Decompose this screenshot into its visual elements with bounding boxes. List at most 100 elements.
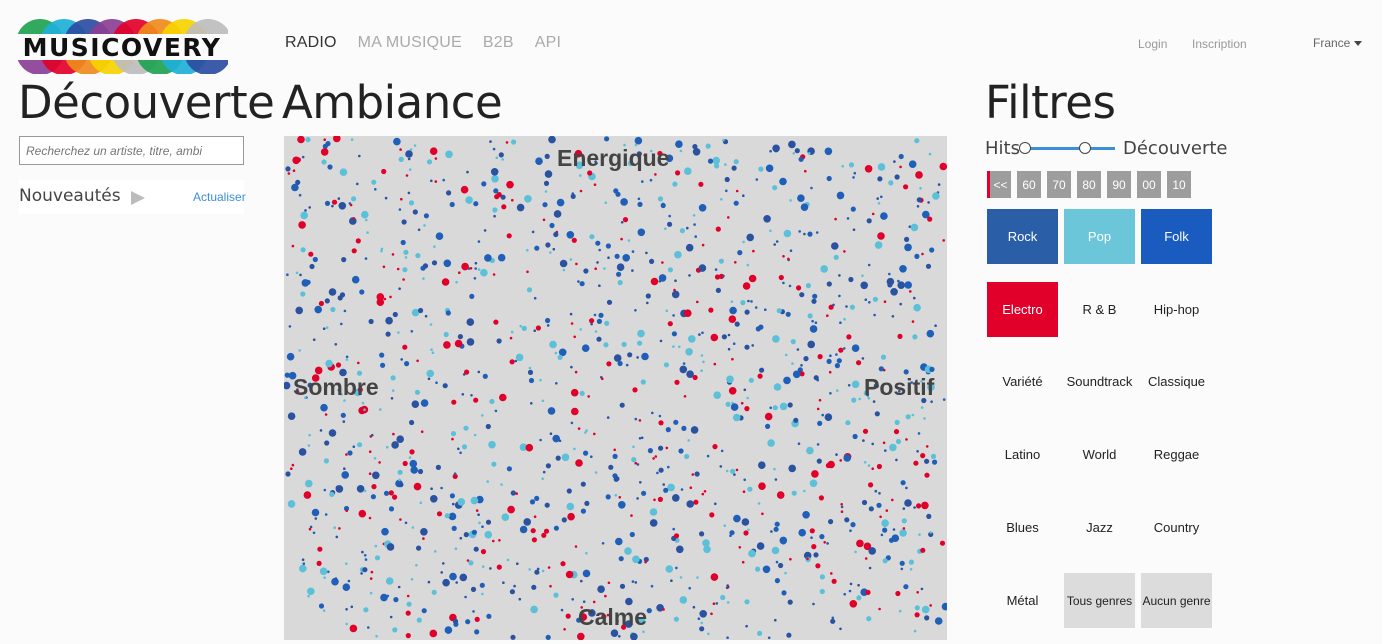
track-dot[interactable] [868, 506, 874, 512]
track-dot[interactable] [449, 201, 455, 208]
track-dot[interactable] [811, 470, 819, 478]
track-dot[interactable] [416, 359, 419, 363]
track-dot[interactable] [846, 334, 852, 340]
track-dot[interactable] [506, 233, 512, 239]
decade-80-button[interactable]: 80 [1077, 171, 1101, 198]
track-dot[interactable] [308, 527, 312, 531]
track-dot[interactable] [451, 437, 454, 441]
track-dot[interactable] [913, 506, 916, 509]
track-dot[interactable] [285, 471, 291, 477]
track-dot[interactable] [788, 284, 792, 288]
track-dot[interactable] [398, 208, 402, 211]
track-dot[interactable] [636, 497, 639, 500]
track-dot[interactable] [637, 340, 643, 346]
track-dot[interactable] [546, 324, 550, 327]
track-dot[interactable] [914, 253, 920, 259]
track-dot[interactable] [744, 599, 750, 605]
track-dot[interactable] [848, 276, 854, 283]
track-dot[interactable] [506, 558, 510, 562]
track-dot[interactable] [680, 488, 684, 491]
track-dot[interactable] [929, 247, 935, 253]
track-dot[interactable] [932, 459, 938, 465]
track-dot[interactable] [533, 329, 536, 332]
musicovery-logo[interactable]: MUSICOVERY [16, 12, 228, 74]
track-dot[interactable] [831, 616, 835, 620]
track-dot[interactable] [715, 287, 721, 293]
track-dot[interactable] [851, 380, 860, 389]
track-dot[interactable] [787, 402, 793, 408]
track-dot[interactable] [877, 176, 883, 182]
track-dot[interactable] [678, 448, 684, 454]
track-dot[interactable] [357, 442, 363, 448]
track-dot[interactable] [685, 243, 694, 252]
track-dot[interactable] [748, 549, 756, 558]
track-dot[interactable] [468, 560, 474, 566]
track-dot[interactable] [473, 433, 477, 437]
track-dot[interactable] [452, 502, 455, 506]
track-dot[interactable] [860, 281, 868, 290]
track-dot[interactable] [649, 519, 658, 527]
track-dot[interactable] [404, 521, 408, 525]
track-dot[interactable] [826, 542, 829, 545]
track-dot[interactable] [839, 321, 842, 324]
track-dot[interactable] [856, 360, 862, 366]
track-dot[interactable] [406, 601, 412, 607]
track-dot[interactable] [529, 499, 536, 505]
track-dot[interactable] [398, 478, 401, 482]
track-dot[interactable] [542, 218, 546, 222]
track-dot[interactable] [826, 281, 832, 287]
track-dot[interactable] [466, 318, 475, 326]
track-dot[interactable] [442, 578, 450, 587]
track-dot[interactable] [799, 292, 805, 298]
genre-button-country[interactable]: Country [1141, 500, 1212, 555]
track-dot[interactable] [864, 298, 868, 301]
track-dot[interactable] [843, 592, 846, 596]
track-dot[interactable] [474, 267, 477, 270]
track-dot[interactable] [489, 140, 492, 143]
track-dot[interactable] [492, 207, 498, 213]
track-dot[interactable] [549, 432, 553, 436]
track-dot[interactable] [650, 584, 654, 588]
track-dot[interactable] [321, 159, 327, 165]
track-dot[interactable] [351, 248, 357, 254]
track-dot[interactable] [921, 252, 924, 256]
track-dot[interactable] [335, 485, 344, 493]
track-dot[interactable] [620, 221, 624, 224]
track-dot[interactable] [773, 147, 779, 153]
track-dot[interactable] [593, 183, 597, 186]
track-dot[interactable] [458, 271, 461, 274]
track-dot[interactable] [482, 373, 488, 379]
track-dot[interactable] [735, 189, 739, 193]
track-dot[interactable] [772, 185, 778, 191]
track-dot[interactable] [288, 325, 292, 328]
track-dot[interactable] [547, 566, 551, 569]
track-dot[interactable] [649, 258, 655, 264]
track-dot[interactable] [805, 283, 812, 289]
track-dot[interactable] [374, 544, 378, 548]
genre-button-world[interactable]: World [1064, 427, 1135, 482]
track-dot[interactable] [674, 379, 680, 385]
track-dot[interactable] [746, 263, 750, 267]
track-dot[interactable] [755, 326, 761, 332]
login-link[interactable]: Login [1138, 37, 1167, 51]
track-dot[interactable] [848, 589, 852, 593]
track-dot[interactable] [699, 531, 705, 537]
track-dot[interactable] [398, 156, 404, 162]
track-dot[interactable] [320, 403, 328, 412]
track-dot[interactable] [809, 528, 815, 534]
track-dot[interactable] [877, 163, 886, 171]
track-dot[interactable] [470, 394, 473, 397]
track-dot[interactable] [549, 222, 555, 229]
track-dot[interactable] [461, 444, 468, 450]
track-dot[interactable] [885, 509, 889, 512]
genre-button-blues[interactable]: Blues [987, 500, 1058, 555]
track-dot[interactable] [478, 521, 481, 525]
track-dot[interactable] [876, 197, 879, 200]
track-dot[interactable] [727, 347, 731, 351]
track-dot[interactable] [696, 300, 699, 304]
track-dot[interactable] [417, 228, 421, 232]
track-dot[interactable] [403, 249, 409, 255]
track-dot[interactable] [904, 281, 912, 289]
track-dot[interactable] [328, 288, 337, 296]
track-dot[interactable] [757, 502, 761, 505]
